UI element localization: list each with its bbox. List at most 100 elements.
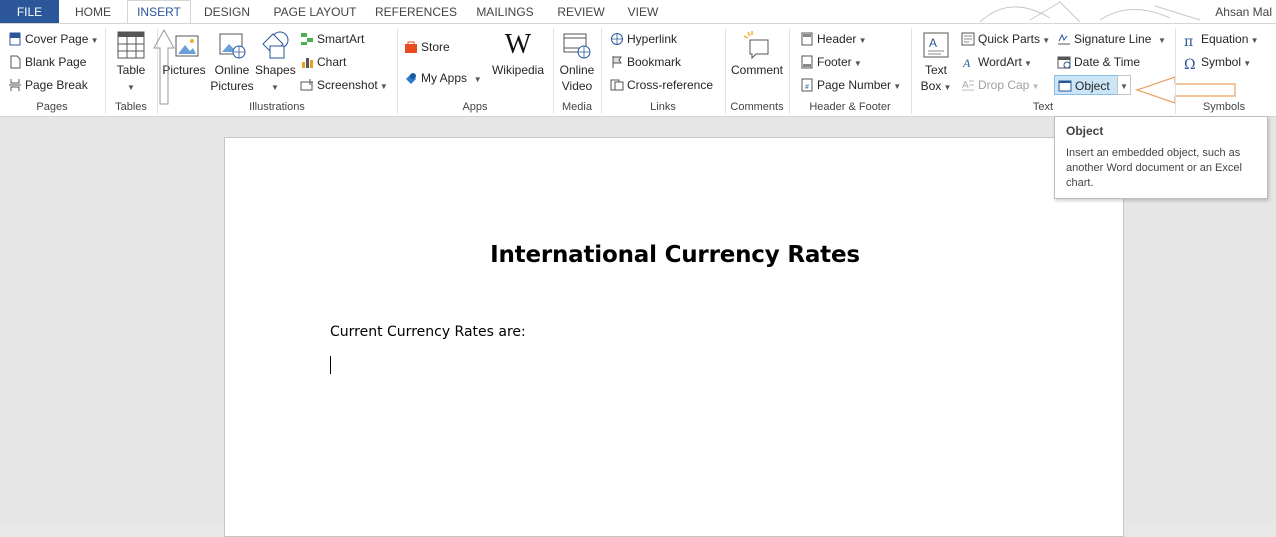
page-break-button[interactable]: Page Break [8,75,88,95]
screenshot-label: Screenshot [317,78,378,92]
online-video-label-1: Online [559,63,595,77]
page-number-button[interactable]: # Page Number ▼ [800,75,901,95]
object-dropdown-button[interactable]: ▼ [1117,75,1131,95]
store-icon [405,41,417,53]
object-tooltip: Object Insert an embedded object, such a… [1054,116,1268,199]
group-label-links: Links [650,101,676,113]
group-label-comments: Comments [730,101,784,113]
text-box-icon: A [923,32,949,58]
my-apps-button[interactable]: My Apps ▼ [404,68,482,88]
table-icon [117,31,145,59]
shapes-icon [262,31,289,59]
group-label-text: Text [1032,101,1054,113]
hyperlink-icon [611,33,623,45]
cross-reference-button[interactable]: Cross-reference [610,75,713,95]
online-video-button[interactable]: Online Video [556,30,598,94]
signature-line-label: Signature Line [1074,32,1152,46]
text-box-label-2: Box [920,79,942,93]
smartart-button[interactable]: SmartArt [300,29,364,49]
my-apps-icon [406,73,416,84]
blank-page-button[interactable]: Blank Page [8,52,86,72]
footer-label: Footer [817,55,852,69]
online-video-icon [563,33,591,59]
drop-cap-icon: A [962,80,974,91]
my-apps-label: My Apps [421,71,468,85]
wikipedia-icon: W [504,29,532,60]
omega-icon: Ω [1184,57,1196,73]
cross-reference-label: Cross-reference [627,78,714,92]
shapes-button[interactable]: Shapes ▼ [255,30,296,96]
store-label: Store [421,40,450,54]
wordart-button[interactable]: A WordArt ▼ [961,52,1032,72]
tab-review[interactable]: REVIEW [550,0,612,24]
object-button[interactable]: Object [1054,75,1118,95]
comment-button[interactable]: Comment [728,30,786,78]
online-pictures-icon [219,33,246,59]
comment-label: Comment [730,63,783,77]
store-button[interactable]: Store [404,37,450,57]
drop-cap-button[interactable]: A Drop Cap ▼ [961,75,1040,95]
table-label: Table [116,63,146,77]
screenshot-icon [300,79,313,91]
bookmark-button[interactable]: Bookmark [610,52,681,72]
blank-page-icon [10,55,21,69]
date-time-label: Date & Time [1074,55,1141,69]
svg-text:A: A [962,56,971,69]
footer-button[interactable]: Footer ▼ [800,52,862,72]
tab-insert[interactable]: INSERT [127,0,191,24]
cover-page-icon [9,32,21,46]
text-box-label-1: Text [924,63,947,77]
bookmark-label: Bookmark [627,55,682,69]
footer-icon [801,55,813,69]
wordart-label: WordArt [978,55,1022,69]
bookmark-icon [612,56,622,68]
quick-parts-icon [961,32,975,46]
date-time-button[interactable]: Date & Time [1057,52,1140,72]
chevron-down-icon: ▼ [1120,82,1128,91]
user-account-name[interactable]: Ahsan Mal [1215,0,1272,24]
page-number-icon: # [801,78,813,92]
ribbon-tab-bar: FILE HOME INSERT DESIGN PAGE LAYOUT REFE… [0,0,1276,24]
screenshot-button[interactable]: Screenshot ▼ [300,75,388,95]
signature-line-button[interactable]: Signature Line ▼ [1057,29,1166,49]
wikipedia-button[interactable]: W Wikipedia [488,30,548,78]
online-pictures-label-1: Online [214,63,250,77]
group-label-illustrations: Illustrations [249,101,305,113]
wikipedia-label: Wikipedia [491,63,545,77]
quick-parts-label: Quick Parts [978,32,1041,46]
shapes-label: Shapes [255,63,296,77]
table-button[interactable]: Table ▼ [110,30,152,96]
signature-line-icon [1058,33,1070,45]
document-page[interactable]: International Currency Rates Current Cur… [224,137,1124,537]
decorative-sketch-icon [979,1,1201,23]
hyperlink-label: Hyperlink [627,32,678,46]
equation-label: Equation [1201,32,1249,46]
tab-design[interactable]: DESIGN [195,0,259,24]
text-box-button[interactable]: A Text Box ▼ [915,30,957,96]
tab-file[interactable]: FILE [0,0,59,24]
tab-home[interactable]: HOME [62,0,124,24]
header-label: Header [817,32,857,46]
drop-cap-label: Drop Cap [978,78,1030,92]
symbol-button[interactable]: Ω Symbol ▼ [1184,52,1251,72]
tab-page-layout[interactable]: PAGE LAYOUT [266,0,364,24]
cover-page-button[interactable]: Cover Page ▼ [8,29,99,49]
online-pictures-button[interactable]: Online Pictures [209,30,255,94]
tooltip-body: Insert an embedded object, such as anoth… [1066,147,1242,189]
group-label-header-footer: Header & Footer [809,101,891,113]
hyperlink-button[interactable]: Hyperlink [610,29,677,49]
tooltip-title: Object [1066,124,1104,138]
group-label-media: Media [562,101,592,113]
document-paragraph: Current Currency Rates are: [330,324,526,340]
equation-button[interactable]: π Equation ▼ [1184,29,1259,49]
chart-button[interactable]: Chart [300,52,346,72]
quick-parts-button[interactable]: Quick Parts ▼ [961,29,1050,49]
group-label-tables: Tables [115,101,147,113]
page-break-label: Page Break [25,78,88,92]
wordart-icon: A [962,56,971,69]
tab-mailings[interactable]: MAILINGS [468,0,542,24]
tab-view[interactable]: VIEW [620,0,666,24]
cover-page-label: Cover Page [25,32,89,46]
tab-references[interactable]: REFERENCES [370,0,462,24]
header-button[interactable]: Header ▼ [800,29,867,49]
